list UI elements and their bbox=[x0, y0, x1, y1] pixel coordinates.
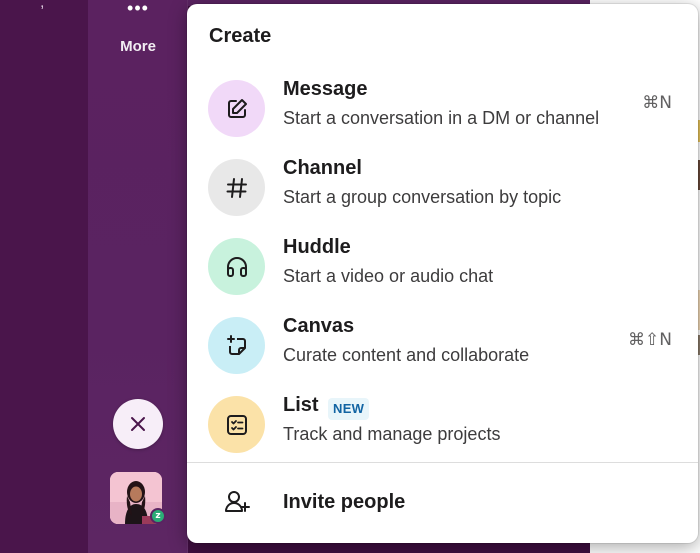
item-title: Message bbox=[283, 78, 368, 100]
item-subtitle: Start a video or audio chat bbox=[283, 266, 494, 286]
headphones-icon bbox=[208, 238, 265, 295]
item-title: List bbox=[283, 394, 319, 416]
item-title: Canvas bbox=[283, 315, 355, 337]
close-create-button[interactable] bbox=[113, 399, 163, 449]
item-subtitle: Curate content and collaborate bbox=[283, 345, 530, 365]
invite-people-button[interactable]: Invite people bbox=[187, 474, 698, 530]
workspace-rail: , bbox=[0, 0, 88, 553]
sidebar: ••• More z bbox=[88, 0, 188, 553]
invite-label: Invite people bbox=[283, 491, 406, 513]
add-person-icon bbox=[225, 491, 250, 512]
item-title: Huddle bbox=[283, 236, 351, 258]
canvas-icon bbox=[208, 317, 265, 374]
create-menu: Create Message Start a conversation in a… bbox=[187, 4, 698, 543]
item-shortcut: ⌘⇧N bbox=[628, 330, 672, 350]
more-dots-icon[interactable]: ••• bbox=[88, 0, 188, 18]
compose-icon bbox=[208, 80, 265, 137]
close-icon bbox=[131, 417, 145, 431]
item-subtitle: Start a conversation in a DM or channel bbox=[283, 108, 600, 128]
menu-item-canvas[interactable]: Canvas Curate content and collaborate ⌘⇧… bbox=[187, 313, 698, 387]
item-title: Channel bbox=[283, 157, 362, 179]
menu-item-huddle[interactable]: Huddle Start a video or audio chat bbox=[187, 234, 698, 308]
menu-item-list[interactable]: List NEW Track and manage projects bbox=[187, 392, 698, 466]
menu-item-channel[interactable]: Channel Start a group conversation by to… bbox=[187, 155, 698, 229]
item-subtitle: Start a group conversation by topic bbox=[283, 187, 562, 207]
menu-divider bbox=[187, 462, 698, 463]
rail-partial-glyph: , bbox=[40, 0, 45, 11]
item-subtitle: Track and manage projects bbox=[283, 424, 501, 444]
item-shortcut: ⌘N bbox=[642, 93, 672, 113]
menu-item-message[interactable]: Message Start a conversation in a DM or … bbox=[187, 76, 698, 150]
list-icon bbox=[208, 396, 265, 453]
new-badge: NEW bbox=[328, 398, 370, 420]
hash-icon bbox=[208, 159, 265, 216]
menu-title: Create bbox=[209, 25, 272, 47]
status-badge: z bbox=[150, 508, 166, 524]
more-label[interactable]: More bbox=[88, 38, 188, 55]
